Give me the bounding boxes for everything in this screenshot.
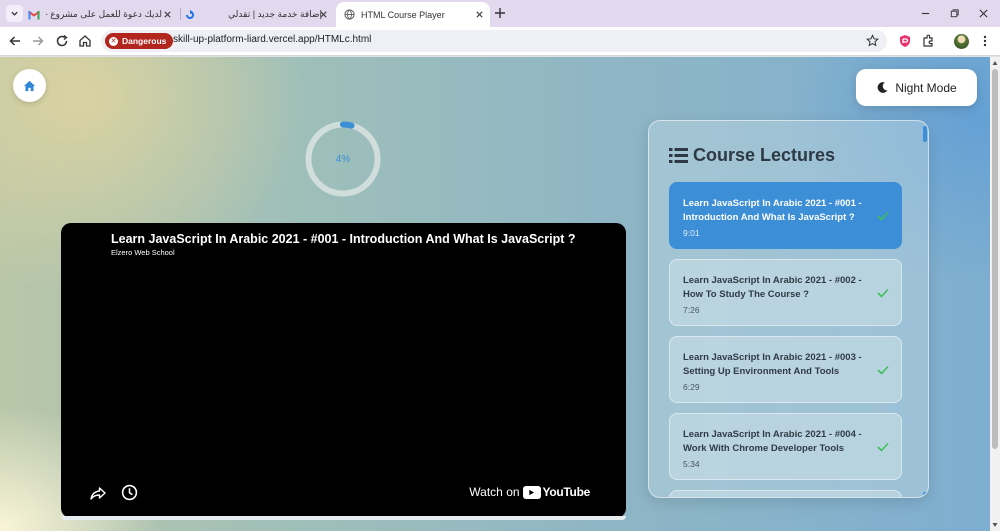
- restore-icon[interactable]: [949, 8, 960, 19]
- tab-course-player[interactable]: HTML Course Player: [336, 2, 490, 27]
- watch-on-youtube-link[interactable]: Watch on YouTube: [469, 485, 590, 499]
- lecture-title: Learn JavaScript In Arabic 2021 - #002 -…: [683, 275, 862, 300]
- home-button[interactable]: [13, 69, 46, 102]
- night-mode-button[interactable]: Night Mode: [856, 69, 977, 106]
- check-icon: [877, 365, 889, 375]
- lecture-duration: 7:26: [683, 305, 700, 315]
- tab-service[interactable]: إضافة خدمة جديد | تقدلي: [184, 2, 334, 27]
- course-player-page: Night Mode 4% Learn JavaScript In Arabic…: [0, 57, 990, 531]
- close-icon[interactable]: [475, 10, 484, 19]
- warning-icon: ✕: [109, 36, 118, 46]
- night-mode-label: Night Mode: [895, 80, 957, 95]
- video-channel[interactable]: Elzero Web School: [111, 248, 175, 257]
- shield-extension-icon[interactable]: [898, 34, 912, 48]
- check-icon: [877, 288, 889, 298]
- extensions-puzzle-icon[interactable]: [921, 34, 935, 48]
- lecture-item[interactable]: Learn JavaScript In Arabic 2021 - #002 -…: [669, 259, 902, 326]
- kebab-menu-icon[interactable]: [978, 34, 992, 48]
- check-icon: [877, 442, 889, 452]
- scrollbar-thumb[interactable]: [992, 69, 998, 449]
- new-tab-icon[interactable]: [494, 7, 506, 19]
- youtube-wordmark: YouTube: [542, 485, 591, 499]
- tab-gmail[interactable]: لديك دعوة للعمل على مشروع -: [28, 2, 178, 27]
- list-icon: [669, 148, 688, 163]
- page-scrollbar[interactable]: [990, 57, 1000, 531]
- profile-avatar[interactable]: [954, 34, 969, 49]
- lecture-item-partial[interactable]: [669, 490, 902, 497]
- tab-title: إضافة خدمة جديد | تقدلي: [228, 9, 322, 19]
- tab-strip: لديك دعوة للعمل على مشروع - إضافة خدمة ج…: [0, 0, 1000, 27]
- lecture-item[interactable]: Learn JavaScript In Arabic 2021 - #001 -…: [669, 182, 902, 249]
- lectures-scrollbar[interactable]: [923, 126, 927, 496]
- address-bar[interactable]: ✕ Dangerous skill-up-platform-liard.verc…: [101, 30, 887, 52]
- scroll-down-icon[interactable]: [992, 522, 998, 528]
- moon-icon: [877, 82, 888, 93]
- browser-toolbar: ✕ Dangerous skill-up-platform-liard.verc…: [0, 27, 1000, 56]
- close-icon[interactable]: [163, 10, 172, 19]
- lecture-item[interactable]: Learn JavaScript In Arabic 2021 - #004 -…: [669, 413, 902, 480]
- lecture-title: Learn JavaScript In Arabic 2021 - #003 -…: [683, 352, 862, 377]
- lecture-title: Learn JavaScript In Arabic 2021 - #004 -…: [683, 429, 862, 454]
- lecture-item[interactable]: Learn JavaScript In Arabic 2021 - #003 -…: [669, 336, 902, 403]
- youtube-video-player[interactable]: Learn JavaScript In Arabic 2021 - #001 -…: [61, 223, 626, 518]
- reload-icon[interactable]: [55, 34, 69, 48]
- globe-icon: [343, 9, 355, 21]
- home-icon[interactable]: [78, 34, 92, 48]
- watch-later-clock-icon[interactable]: [121, 484, 138, 501]
- lectures-heading: Course Lectures: [669, 145, 835, 166]
- check-icon: [877, 211, 889, 221]
- lectures-heading-text: Course Lectures: [693, 145, 836, 165]
- home-icon: [23, 80, 36, 91]
- minimize-icon[interactable]: [920, 8, 931, 19]
- gmail-icon: [28, 9, 40, 21]
- forward-arrow-icon[interactable]: [31, 34, 45, 48]
- security-status-label: Dangerous: [122, 36, 167, 46]
- bookmark-star-icon[interactable]: [866, 34, 879, 47]
- youtube-play-icon: [522, 485, 541, 499]
- lecture-duration: 6:29: [683, 382, 700, 392]
- video-bottom-edge: [61, 516, 626, 520]
- tab-search-button[interactable]: [6, 5, 23, 22]
- lecture-duration: 5:34: [683, 459, 700, 469]
- url-text[interactable]: skill-up-platform-liard.vercel.app/HTMLc…: [173, 34, 371, 45]
- progress-percent: 4%: [335, 153, 351, 165]
- chevron-down-icon: [11, 11, 18, 16]
- scroll-up-icon[interactable]: [992, 60, 998, 66]
- close-icon[interactable]: [319, 10, 328, 19]
- lecture-title: Learn JavaScript In Arabic 2021 - #001 -…: [683, 198, 862, 223]
- course-lectures-panel: Course Lectures Learn JavaScript In Arab…: [648, 120, 929, 498]
- tab-title: لديك دعوة للعمل على مشروع -: [46, 9, 162, 19]
- share-icon[interactable]: [90, 485, 106, 501]
- watch-on-label: Watch on: [469, 485, 520, 499]
- back-arrow-icon[interactable]: [8, 34, 22, 48]
- tab-title: HTML Course Player: [361, 9, 445, 20]
- video-title[interactable]: Learn JavaScript In Arabic 2021 - #001 -…: [111, 232, 575, 246]
- security-status-chip[interactable]: ✕ Dangerous: [105, 33, 174, 49]
- lecture-duration: 9:01: [683, 228, 700, 238]
- site-icon: [184, 9, 196, 21]
- youtube-logo: YouTube: [522, 485, 591, 499]
- window-close-icon[interactable]: [978, 8, 989, 19]
